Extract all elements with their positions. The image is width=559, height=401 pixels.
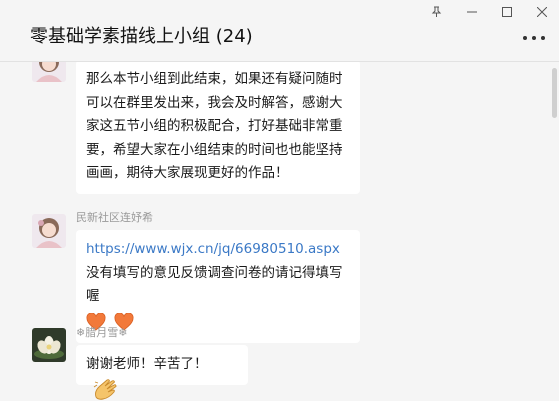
- close-icon[interactable]: [524, 0, 559, 24]
- message-text: 没有填写的意见反馈调查问卷的请记得填写喔: [86, 264, 343, 305]
- sender-name: 民新社区连妤希: [76, 211, 153, 224]
- clapping-hands-icon: [93, 378, 117, 400]
- message-text: 那么本节小组到此结束，如果还有疑问随时可以在群里发出来，我会及时解答，感谢大家这…: [86, 71, 343, 181]
- pin-icon[interactable]: [419, 0, 454, 24]
- message-text: 谢谢老师！辛苦了！: [86, 356, 208, 372]
- message-bubble[interactable]: 那么本节小组到此结束，如果还有疑问随时可以在群里发出来，我会及时解答，感谢大家这…: [76, 62, 360, 194]
- minimize-icon[interactable]: [454, 0, 489, 24]
- more-options-icon[interactable]: [523, 30, 545, 46]
- chat-title: 零基础学素描线上小组 (24): [30, 26, 253, 47]
- maximize-icon[interactable]: [489, 0, 524, 24]
- title-bar: 零基础学素描线上小组 (24): [0, 0, 559, 62]
- anime-girl-avatar[interactable]: [32, 214, 66, 248]
- message-list: 那么本节小组到此结束，如果还有疑问随时可以在群里发出来，我会及时解答，感谢大家这…: [0, 62, 559, 401]
- sender-name: ❄腊月雪❄: [76, 326, 128, 339]
- scrollbar[interactable]: [552, 68, 557, 118]
- anime-girl-avatar[interactable]: [32, 62, 66, 82]
- lotus-flower-avatar[interactable]: [32, 328, 66, 362]
- survey-link[interactable]: https://www.wjx.cn/jq/66980510.aspx: [86, 241, 340, 257]
- window-controls: [419, 0, 559, 24]
- message-bubble[interactable]: 谢谢老师！辛苦了！: [76, 345, 248, 400]
